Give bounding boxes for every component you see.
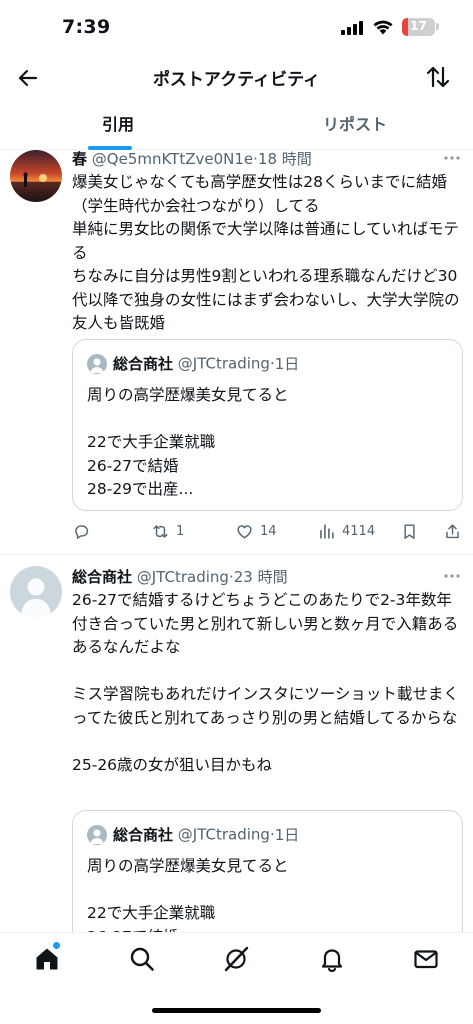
avatar[interactable] [10,150,62,202]
avatar[interactable] [10,566,62,618]
grok-icon[interactable] [222,945,250,973]
quote-author-name: 総合商社 [113,826,174,844]
views-button[interactable]: 4114 [317,519,375,543]
post-divider [0,554,473,555]
post-header: 春 @Qe5mnKTtZve0N1e·18 時間 [72,148,461,170]
tab-quotes[interactable]: 引用 [0,104,236,150]
battery-cap [436,23,439,30]
cellular-signal-icon [341,21,365,35]
share-icon [446,523,459,538]
quote-body: 周りの高学歴爆美女見てると 22で大手企業就職 26-27で結婚 28-29で出… [87,386,289,498]
sunset-avatar-image [10,150,62,202]
header: ポストアクティビティ [0,52,473,104]
quote-header: 総合商社 @JTCtrading·1日 [87,824,299,848]
reply-icon [75,524,89,539]
post-time[interactable]: 18 時間 [258,150,312,168]
quote-author-name: 総合商社 [113,355,174,373]
author-handle[interactable]: @Qe5mnKTtZve0N1e [92,150,253,168]
like-count: 14 [260,523,277,539]
quote-header: 総合商社 @JTCtrading·1日 [87,353,299,377]
heart-icon [237,524,252,539]
bookmark-button[interactable] [400,519,419,543]
share-button[interactable] [443,519,462,543]
sort-arrows-icon[interactable] [425,64,451,90]
status-time: 7:39 [62,16,111,38]
repost-count: 1 [176,523,185,539]
quote-author-handle: @JTCtrading [177,825,270,844]
default-avatar-icon [87,824,107,845]
repost-icon [153,524,168,538]
wifi-icon [373,20,393,35]
default-avatar-icon [21,578,51,618]
quote-time: 1日 [274,826,300,844]
page-title: ポストアクティビティ [152,70,321,90]
reply-button[interactable] [72,519,97,543]
post-body: 爆美女じゃなくても高学歴女性は28くらいまでに結婚（学生時代か会社つながり）して… [72,173,460,332]
notification-dot [53,942,60,949]
bookmark-icon [404,523,415,539]
battery-icon: 17 [402,18,435,36]
post-actions: 1 14 4114 [72,519,464,543]
post-header: 総合商社 @JTCtrading·23 時間 [72,566,461,588]
post-time[interactable]: 23 時間 [234,568,288,586]
default-avatar-icon [87,353,107,374]
home-icon[interactable] [33,945,61,973]
post[interactable]: 春 @Qe5mnKTtZve0N1e·18 時間 爆美女じゃなくても高学歴女性は… [0,150,473,554]
quoted-post[interactable]: 総合商社 @JTCtrading·1日 周りの高学歴爆美女見てると 22で大手企… [72,339,463,511]
mail-icon[interactable] [412,945,440,973]
more-options-icon[interactable] [443,155,461,161]
home-indicator [152,1008,321,1013]
quote-time: 1日 [274,355,300,373]
quote-author-handle: @JTCtrading [177,354,270,373]
like-button[interactable]: 14 [235,519,277,543]
repost-button[interactable]: 1 [151,519,184,543]
bell-icon[interactable] [318,945,346,973]
view-count: 4114 [342,523,376,539]
tab-bar: 引用 リポスト [0,104,473,150]
search-icon[interactable] [128,945,156,973]
more-options-icon[interactable] [443,573,461,579]
author-handle[interactable]: @JTCtrading [137,568,229,586]
author-name[interactable]: 総合商社 [72,568,132,586]
battery-level-text: 17 [410,19,427,33]
views-chart-icon [320,523,334,539]
author-name[interactable]: 春 [72,150,87,168]
tab-reposts[interactable]: リポスト [237,104,473,150]
post-body: 26-27で結婚するけどちょうどこのあたりで2-3年数年付き合っていた男と別れて… [72,591,459,774]
post[interactable]: 総合商社 @JTCtrading·23 時間 26-27で結婚するけどちょうどこ… [0,566,473,970]
status-bar: 7:39 17 [0,0,473,52]
